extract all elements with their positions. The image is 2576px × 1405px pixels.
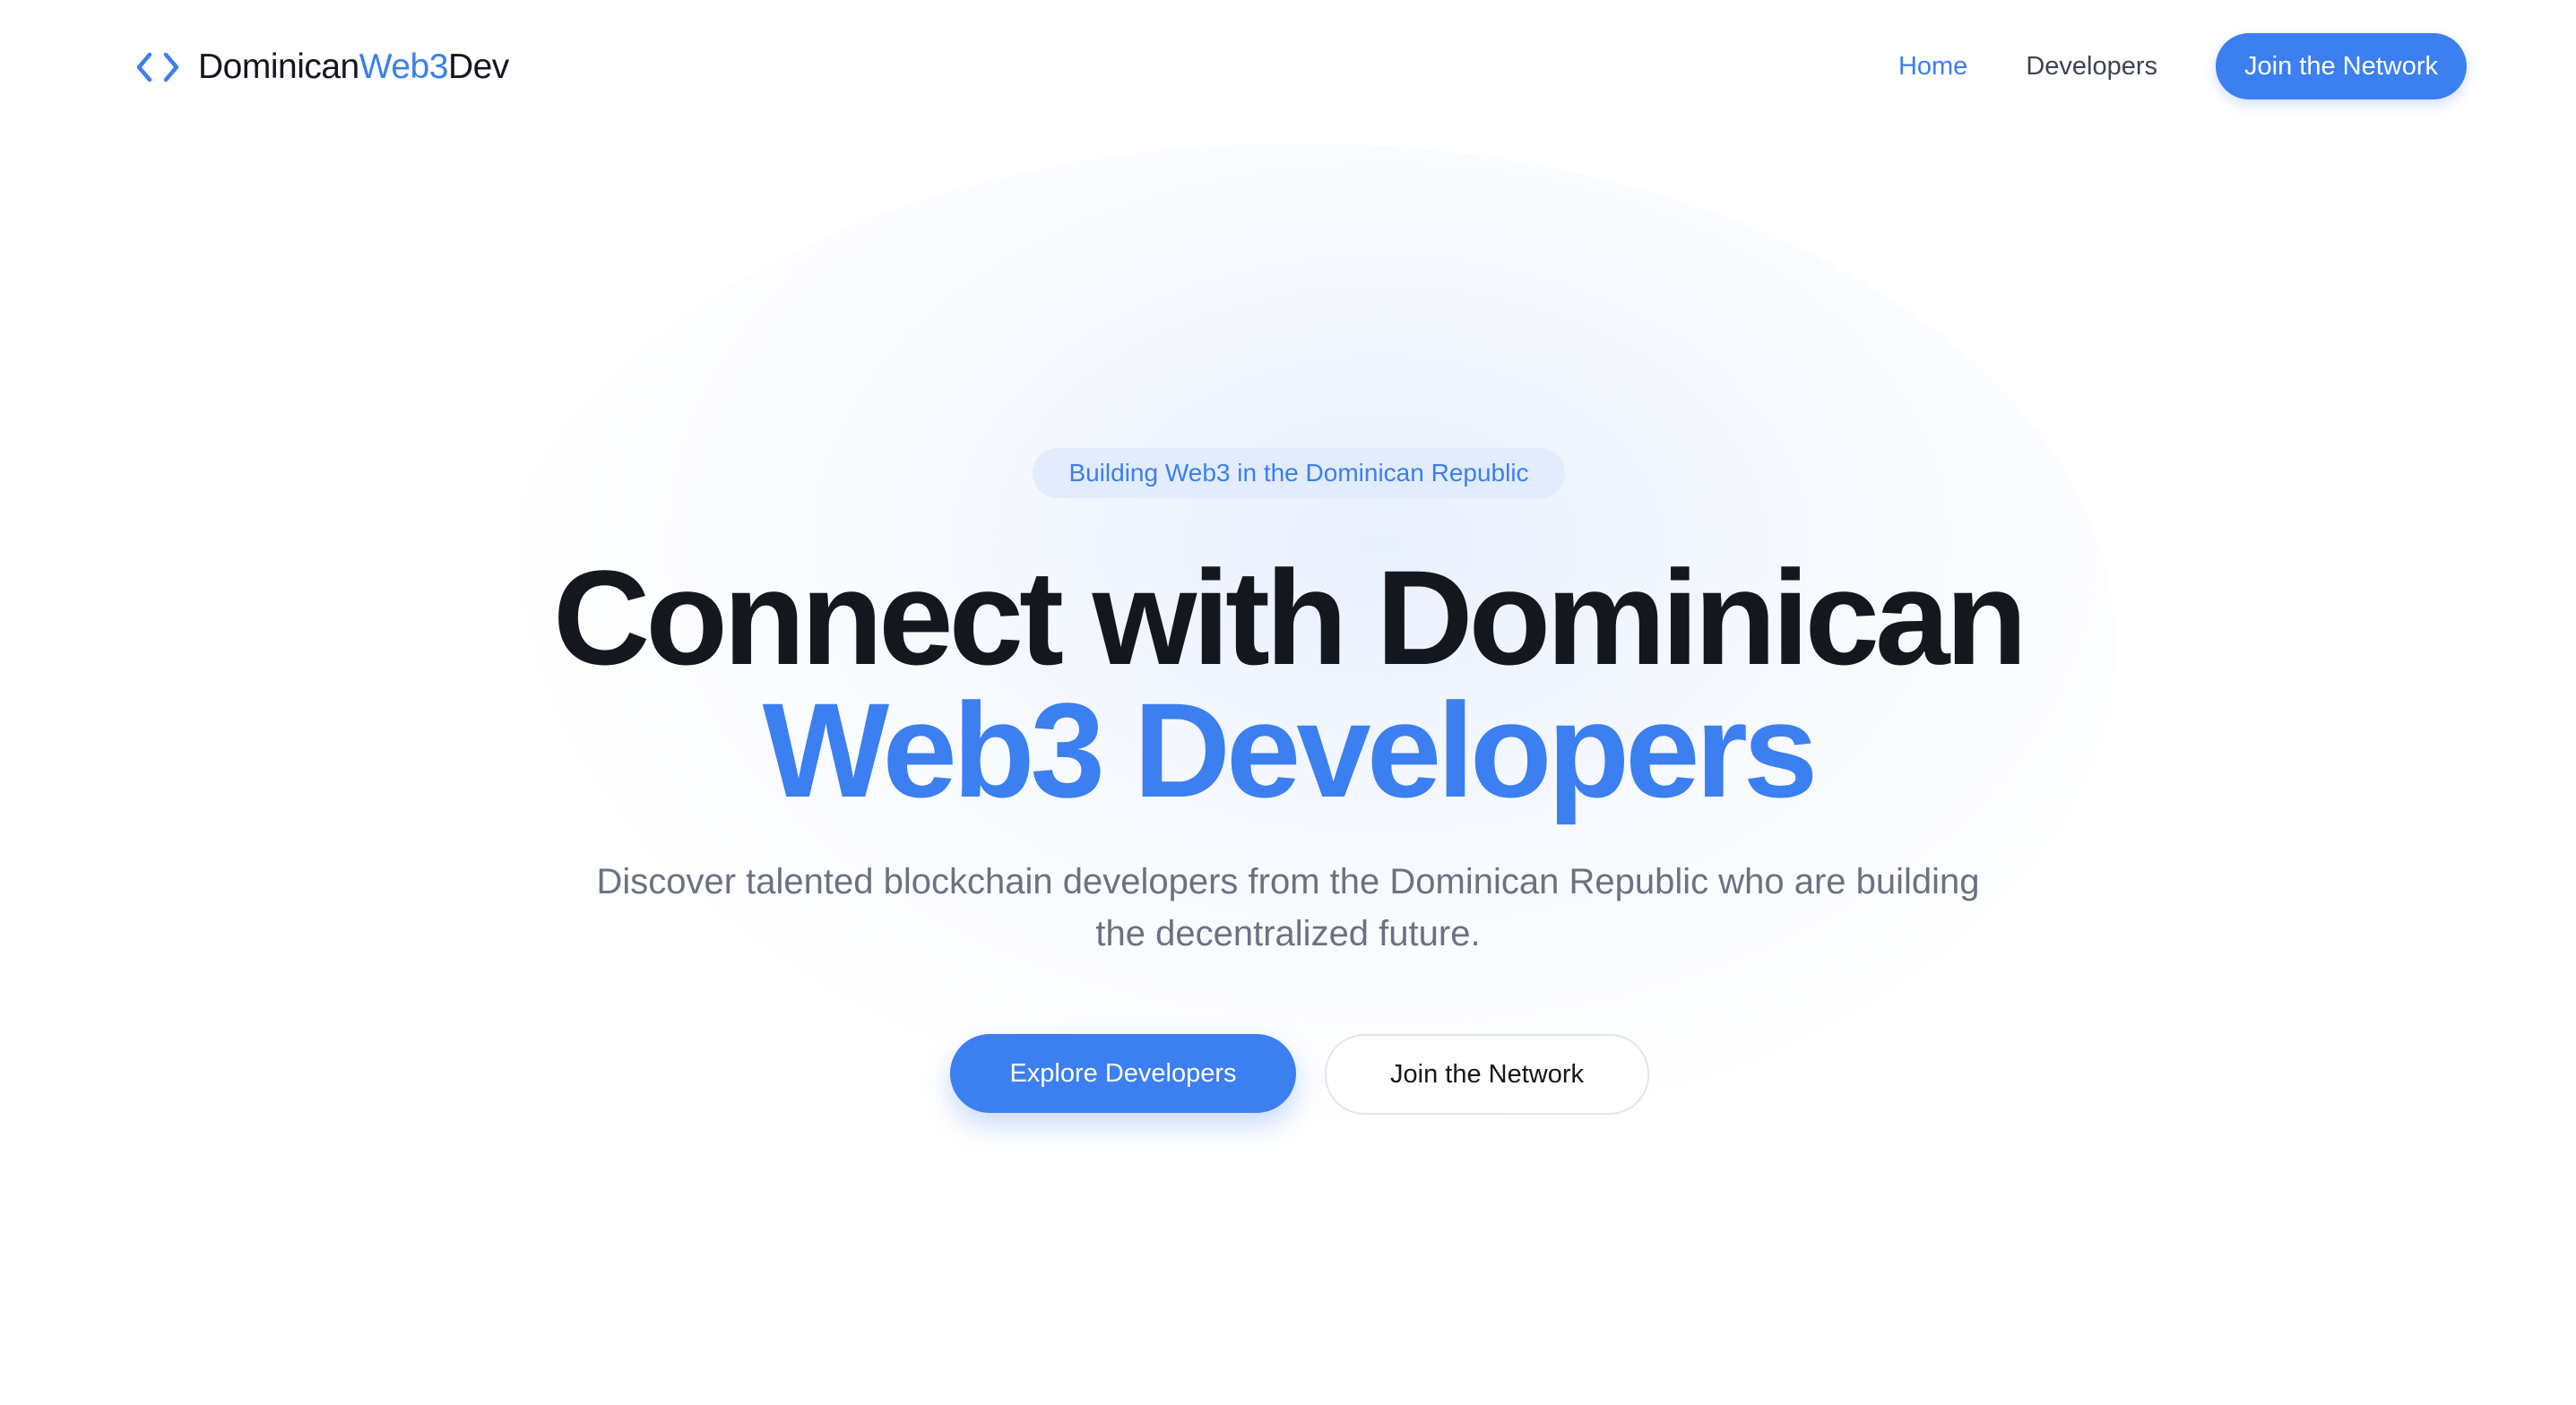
main-nav: Home Developers Join the Network (1898, 33, 2467, 99)
site-logo[interactable]: DominicanWeb3Dev (137, 41, 509, 93)
hero-headline-line1: Connect with Dominican (552, 542, 2027, 693)
join-network-button[interactable]: Join the Network (1325, 1034, 1649, 1115)
hero-badge: Building Web3 in the Dominican Republic (1033, 448, 1565, 498)
logo-text-dev: Dev (447, 47, 509, 86)
explore-developers-button[interactable]: Explore Developers (950, 1034, 1296, 1113)
code-brackets-icon (137, 49, 182, 85)
logo-text-dominican: Dominican (198, 47, 359, 86)
hero-subtitle: Discover talented blockchain developers … (596, 862, 1980, 953)
nav-join-network-button[interactable]: Join the Network (2216, 33, 2467, 99)
logo-wordmark: DominicanWeb3Dev (198, 47, 509, 87)
nav-home-link[interactable]: Home (1898, 52, 1967, 82)
site-header: DominicanWeb3Dev Home Developers Join th… (0, 0, 2576, 134)
nav-developers-link[interactable]: Developers (2026, 52, 2157, 82)
hero-headline-line2: Web3 Developers (762, 675, 1819, 825)
logo-text-web3: Web3 (359, 47, 449, 86)
